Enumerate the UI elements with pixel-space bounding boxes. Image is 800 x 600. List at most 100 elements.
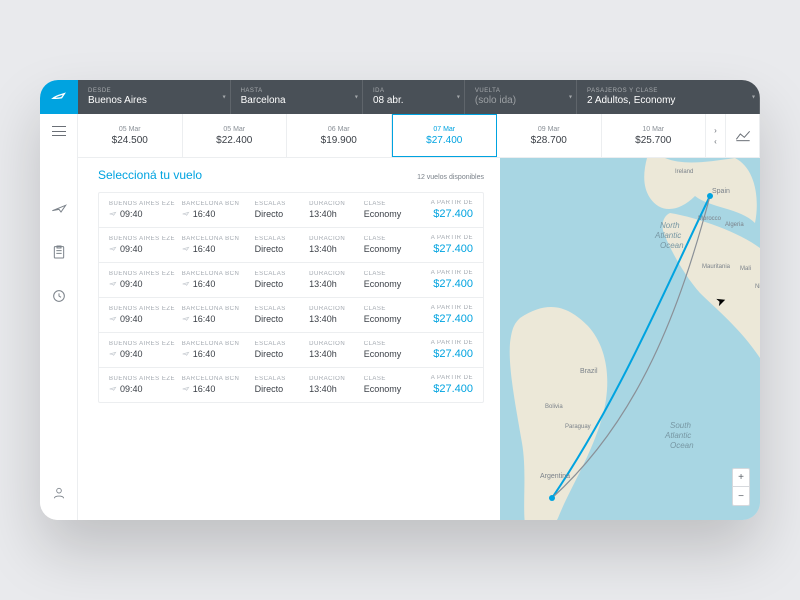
search-return-date[interactable]: Vuelta (solo ida) ▾ — [465, 80, 577, 114]
col-value: 16:40 — [182, 349, 249, 359]
price-chart-button[interactable] — [726, 114, 760, 157]
col-value: 13:40h — [309, 279, 358, 289]
col-label: BARCELONA BCN — [182, 201, 249, 207]
cell-price: $25.700 — [635, 135, 671, 146]
svg-text:Spain: Spain — [712, 188, 730, 195]
history-nav-icon[interactable] — [51, 288, 67, 304]
zoom-in-button[interactable]: + — [733, 469, 749, 487]
price-value: $27.400 — [418, 278, 473, 290]
search-to-value: Barcelona — [241, 95, 352, 106]
flight-row[interactable]: BUENOS AIRES EZE09:40BARCELONA BCN16:40E… — [99, 368, 483, 402]
price-label: A partir de — [418, 305, 473, 311]
svg-text:North: North — [660, 221, 680, 230]
plane-icon — [109, 315, 117, 323]
col-label: Escalas — [255, 306, 304, 312]
cell-date: 05 Mar — [223, 126, 245, 133]
search-back-value: (solo ida) — [475, 95, 566, 106]
col-label: Clase — [364, 306, 413, 312]
col-value: Economy — [364, 349, 413, 359]
col-value: Economy — [364, 244, 413, 254]
plane-icon — [109, 210, 117, 218]
col-value: 13:40h — [309, 209, 358, 219]
search-from-value: Buenos Aires — [88, 95, 220, 106]
flight-row[interactable]: BUENOS AIRES EZE09:40BARCELONA BCN16:40E… — [99, 193, 483, 228]
col-label: BARCELONA BCN — [182, 306, 249, 312]
col-label: Clase — [364, 341, 413, 347]
search-passengers[interactable]: Pasajeros y clase 2 Adultos, Economy ▾ — [577, 80, 760, 114]
flight-row[interactable]: BUENOS AIRES EZE09:40BARCELONA BCN16:40E… — [99, 263, 483, 298]
sidebar — [40, 80, 78, 520]
profile-icon[interactable] — [52, 486, 66, 500]
plane-icon — [182, 210, 190, 218]
col-value: 09:40 — [109, 349, 176, 359]
search-from-label: Desde — [88, 88, 220, 94]
carousel-next-button[interactable]: ›‹ — [706, 114, 726, 157]
flight-row[interactable]: BUENOS AIRES EZE09:40BARCELONA BCN16:40E… — [99, 228, 483, 263]
itinerary-nav-icon[interactable] — [51, 244, 67, 260]
brand-logo[interactable] — [40, 80, 78, 114]
svg-text:Brazil: Brazil — [580, 368, 598, 375]
search-depart-date[interactable]: Ida 08 abr. ▾ — [363, 80, 465, 114]
zoom-out-button[interactable]: − — [733, 487, 749, 505]
svg-text:Ireland: Ireland — [675, 169, 693, 175]
flight-row[interactable]: BUENOS AIRES EZE09:40BARCELONA BCN16:40E… — [99, 298, 483, 333]
col-label: Duración — [309, 236, 358, 242]
price-label: A partir de — [418, 270, 473, 276]
cell-date: 06 Mar — [328, 126, 350, 133]
cell-price: $27.400 — [426, 135, 462, 146]
date-price-cell[interactable]: 09 Mar$28.700 — [497, 114, 602, 157]
plane-icon — [182, 280, 190, 288]
plane-icon — [109, 350, 117, 358]
price-label: A partir de — [418, 375, 473, 381]
col-label: Duración — [309, 306, 358, 312]
date-price-cell[interactable]: 07 Mar$27.400 — [392, 114, 498, 157]
date-price-cell[interactable]: 10 Mar $25.700 — [602, 114, 707, 157]
col-value: 16:40 — [182, 209, 249, 219]
col-value: Directo — [255, 244, 304, 254]
svg-text:Paraguay: Paraguay — [565, 424, 591, 430]
svg-text:Algeria: Algeria — [725, 222, 744, 228]
flights-nav-icon[interactable] — [51, 200, 67, 216]
flights-table: BUENOS AIRES EZE 09:40 BARCELONA BCN 16:40 E… — [98, 192, 484, 403]
plane-icon — [182, 385, 190, 393]
cell-date: 10 Mar — [642, 126, 664, 133]
col-label: Escalas — [255, 376, 304, 382]
svg-text:Ni: Ni — [755, 284, 760, 290]
col-value: 13:40h — [309, 314, 358, 324]
search-pax-value: 2 Adultos, Economy — [587, 95, 749, 106]
col-value: Directo — [255, 349, 304, 359]
col-value: 13:40h — [309, 349, 358, 359]
search-to-label: Hasta — [241, 88, 352, 94]
price-value: $27.400 — [418, 383, 473, 395]
price-value: $27.400 — [418, 243, 473, 255]
svg-text:Mauritania: Mauritania — [702, 264, 731, 270]
date-price-cell[interactable]: 05 Mar$24.500 — [78, 114, 183, 157]
plane-icon — [109, 280, 117, 288]
svg-text:Bolivia: Bolivia — [545, 404, 563, 410]
col-label: BUENOS AIRES EZE — [109, 306, 176, 312]
list-title: Seleccioná tu vuelo — [98, 168, 202, 182]
col-label: BARCELONA BCN — [182, 236, 249, 242]
col-value: Economy — [364, 314, 413, 324]
svg-text:Argentina: Argentina — [540, 473, 570, 480]
date-price-cell[interactable]: 06 Mar$19.900 — [287, 114, 392, 157]
svg-text:Ocean: Ocean — [670, 441, 694, 450]
date-price-cell[interactable]: 05 Mar$22.400 — [183, 114, 288, 157]
app-frame: Desde Buenos Aires ▾ Hasta Barcelona ▾ I… — [40, 80, 760, 520]
search-go-value: 08 abr. — [373, 95, 454, 106]
plane-icon — [182, 245, 190, 253]
search-to[interactable]: Hasta Barcelona ▾ — [231, 80, 363, 114]
col-value: 13:40h — [309, 384, 358, 394]
col-value: 09:40 — [109, 279, 176, 289]
route-map[interactable]: North Atlantic Ocean South Atlantic Ocea… — [500, 158, 760, 520]
search-from[interactable]: Desde Buenos Aires ▾ — [78, 80, 231, 114]
cell-date: 09 Mar — [538, 126, 560, 133]
col-value: 09:40 — [109, 209, 176, 219]
flight-list-pane: Seleccioná tu vuelo 12 vuelos disponible… — [78, 158, 500, 520]
menu-button[interactable] — [52, 126, 66, 136]
col-value: Directo — [255, 209, 304, 219]
flight-row[interactable]: BUENOS AIRES EZE09:40BARCELONA BCN16:40E… — [99, 333, 483, 368]
col-label: Escalas — [255, 271, 304, 277]
col-label: Clase — [364, 236, 413, 242]
col-value: 09:40 — [109, 384, 176, 394]
